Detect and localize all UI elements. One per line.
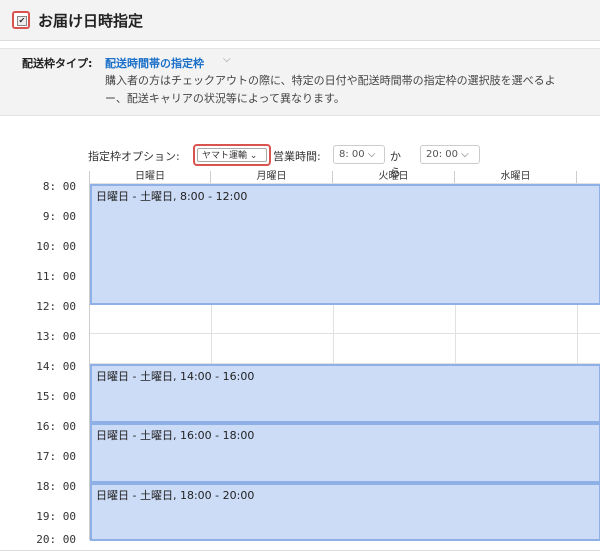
delivery-type-description: 購入者の方はチェックアウトの際に、特定の日付や配送時間帯の指定枠の選択肢を選べる… [105, 72, 600, 108]
time-label: 14: 00 [36, 360, 76, 373]
grid-line [90, 333, 600, 334]
delivery-type-link[interactable]: 配送時間帯の指定枠 [105, 55, 204, 71]
time-label: 20: 00 [36, 533, 76, 546]
time-label: 10: 00 [36, 240, 76, 253]
delivery-type-label: 配送枠タイプ: [22, 57, 93, 70]
time-label: 13: 00 [36, 330, 76, 343]
day-header-monday: 月曜日 [211, 171, 333, 183]
start-time-select[interactable]: 8: 00 ⌵ [333, 145, 385, 164]
delivery-type-panel: 配送枠タイプ: 配送時間帯の指定枠 ⌵ 購入者の方はチェックアウトの際に、特定の… [0, 48, 600, 116]
time-label: 15: 00 [36, 390, 76, 403]
delivery-slot[interactable]: 日曜日 - 土曜日, 8:00 - 12:00 [90, 184, 600, 305]
time-label: 17: 00 [36, 450, 76, 463]
section-title: お届け日時指定 [38, 12, 144, 30]
chevron-down-icon[interactable]: ⌵ [223, 54, 231, 65]
time-label: 9: 00 [42, 210, 76, 223]
description-line-1: 購入者の方はチェックアウトの際に、特定の日付や配送時間帯の指定枠の選択肢を選べる… [105, 74, 556, 87]
carrier-select-value: ヤマト運輸 ⌄ [197, 148, 267, 162]
day-header-sunday: 日曜日 [90, 171, 211, 183]
day-header-wednesday: 水曜日 [455, 171, 577, 183]
enable-checkbox[interactable]: ✔ [12, 11, 30, 29]
business-hours-label: 営業時間: [273, 150, 321, 163]
carrier-select[interactable]: ヤマト運輸 ⌄ [193, 144, 271, 166]
time-label: 12: 00 [36, 300, 76, 313]
delivery-slot[interactable]: 日曜日 - 土曜日, 16:00 - 18:00 [90, 423, 600, 483]
time-label: 19: 00 [36, 510, 76, 523]
divider [0, 550, 600, 551]
section-header: ✔ お届け日時指定 [0, 0, 600, 41]
description-line-2: ー、配送キャリアの状況等によって異なります。 [105, 92, 345, 105]
check-icon: ✔ [17, 16, 27, 26]
time-label: 11: 00 [36, 270, 76, 283]
delivery-slot[interactable]: 日曜日 - 土曜日, 14:00 - 16:00 [90, 364, 600, 423]
end-time-select[interactable]: 20: 00 ⌵ [420, 145, 480, 164]
time-label: 18: 00 [36, 480, 76, 493]
day-header-tuesday: 火曜日 [333, 171, 455, 183]
time-label: 16: 00 [36, 420, 76, 433]
slot-option-label: 指定枠オプション: [88, 150, 180, 163]
time-label: 8: 00 [42, 180, 76, 193]
delivery-slot[interactable]: 日曜日 - 土曜日, 18:00 - 20:00 [90, 483, 600, 541]
